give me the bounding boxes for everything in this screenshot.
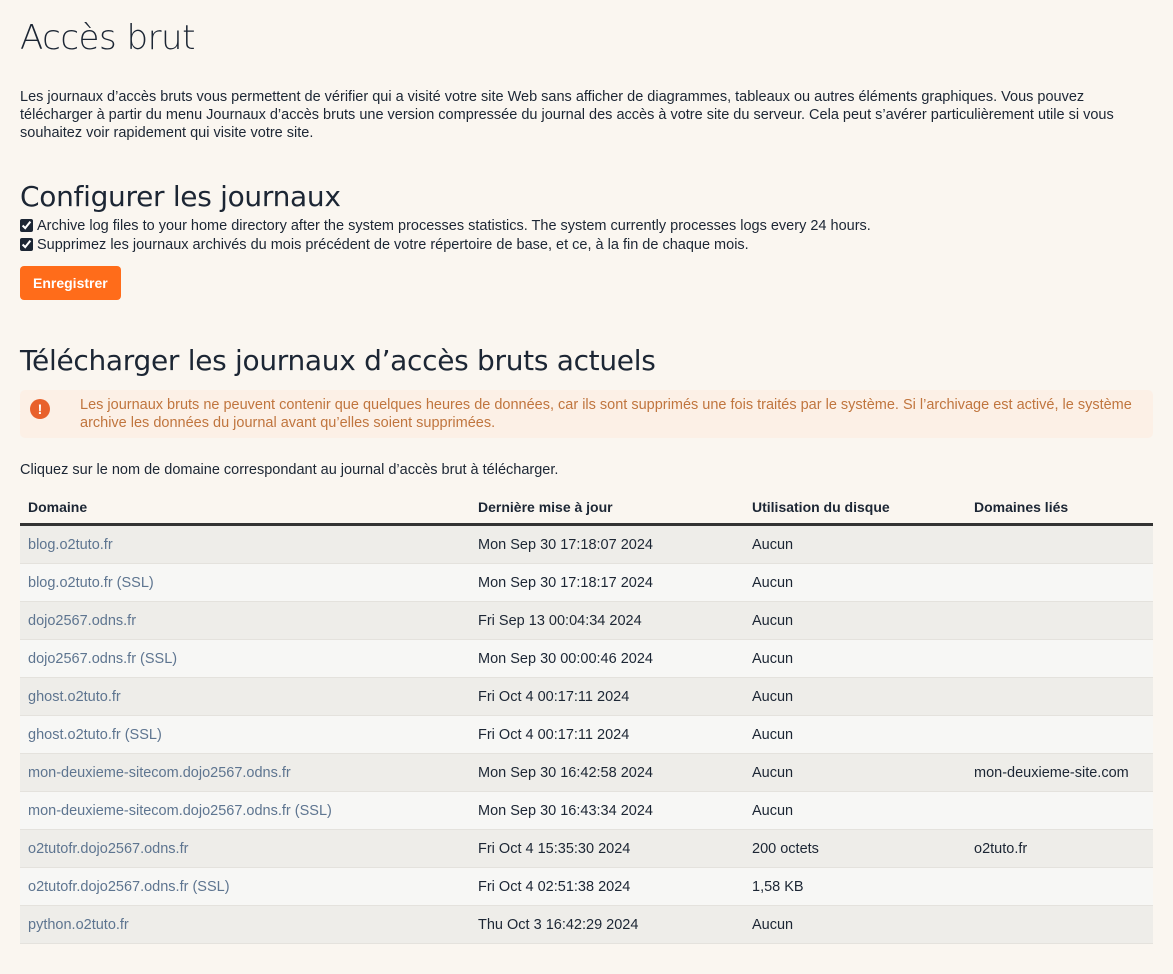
domain-link[interactable]: blog.o2tuto.fr — [28, 537, 113, 553]
archive-checkbox[interactable] — [20, 219, 33, 232]
intro-text: Les journaux d’accès bruts vous permette… — [20, 89, 1114, 141]
updated-cell: Fri Oct 4 00:17:11 2024 — [470, 677, 744, 716]
column-header: Dernière mise à jour — [470, 490, 744, 526]
updated-cell: Mon Sep 30 16:43:34 2024 — [470, 791, 744, 830]
download-heading: Télécharger les journaux d’accès bruts a… — [20, 344, 656, 377]
domain-cell: ghost.o2tuto.fr (SSL) — [20, 715, 470, 754]
linked-domains-cell — [966, 905, 1153, 944]
save-button[interactable]: Enregistrer — [20, 266, 121, 300]
updated-cell: Mon Sep 30 16:42:58 2024 — [470, 753, 744, 792]
disk-usage-cell: Aucun — [744, 791, 966, 830]
updated-cell: Fri Oct 4 02:51:38 2024 — [470, 867, 744, 906]
domain-link[interactable]: o2tutofr.dojo2567.odns.fr (SSL) — [28, 879, 230, 895]
updated-cell: Mon Sep 30 17:18:17 2024 — [470, 563, 744, 602]
domain-link[interactable]: blog.o2tuto.fr (SSL) — [28, 575, 154, 591]
linked-domains-cell — [966, 715, 1153, 754]
linked-domains-cell — [966, 563, 1153, 602]
domain-link[interactable]: mon-deuxieme-sitecom.dojo2567.odns.fr (S… — [28, 803, 332, 819]
table-row: blog.o2tuto.fr (SSL) Mon Sep 30 17:18:17 … — [20, 563, 1153, 602]
disk-usage-cell: Aucun — [744, 905, 966, 944]
updated-cell: Fri Oct 4 00:17:11 2024 — [470, 715, 744, 754]
table-row: ghost.o2tuto.fr (SSL) Fri Oct 4 00:17:11 … — [20, 715, 1153, 754]
logs-table: Domaine Dernière mise à jour Utilisation d… — [20, 490, 1153, 944]
linked-domains-cell — [966, 791, 1153, 830]
domain-link[interactable]: ghost.o2tuto.fr — [28, 689, 121, 705]
linked-domains-cell — [966, 524, 1153, 564]
disk-usage-cell: 200 octets — [744, 829, 966, 868]
alert-text: Les journaux bruts ne peuvent contenir q… — [80, 397, 1132, 431]
domain-cell: dojo2567.odns.fr — [20, 601, 470, 640]
delete-checkbox-row[interactable]: Supprimez les journaux archivés du mois … — [20, 235, 1153, 254]
disk-usage-cell: Aucun — [744, 601, 966, 640]
updated-cell: Thu Oct 3 16:42:29 2024 — [470, 905, 744, 944]
domain-link[interactable]: dojo2567.odns.fr (SSL) — [28, 651, 177, 667]
linked-domains-cell — [966, 677, 1153, 716]
exclamation-icon: ! — [30, 399, 50, 419]
archive-checkbox-row[interactable]: Archive log files to your home directory… — [20, 216, 1153, 235]
domain-link[interactable]: python.o2tuto.fr — [28, 917, 129, 933]
domain-link[interactable]: o2tutofr.dojo2567.odns.fr — [28, 841, 188, 857]
domain-cell: mon-deuxieme-sitecom.dojo2567.odns.fr — [20, 753, 470, 792]
table-row: o2tutofr.dojo2567.odns.fr Fri Oct 4 15:35… — [20, 829, 1153, 868]
table-row: blog.o2tuto.fr Mon Sep 30 17:18:07 2024 Au… — [20, 524, 1153, 564]
linked-domains-cell — [966, 867, 1153, 906]
disk-usage-cell: Aucun — [744, 563, 966, 602]
domain-cell: o2tutofr.dojo2567.odns.fr — [20, 829, 470, 868]
domain-cell: dojo2567.odns.fr (SSL) — [20, 639, 470, 678]
config-heading: Configurer les journaux — [20, 180, 341, 213]
page-title: Accès brut — [20, 18, 195, 58]
disk-usage-cell: Aucun — [744, 753, 966, 792]
delete-label: Supprimez les journaux archivés du mois … — [37, 236, 749, 253]
table-row: dojo2567.odns.fr (SSL) Mon Sep 30 00:00:4… — [20, 639, 1153, 678]
linked-domains-cell — [966, 639, 1153, 678]
domain-link[interactable]: mon-deuxieme-sitecom.dojo2567.odns.fr — [28, 765, 291, 781]
table-row: mon-deuxieme-sitecom.dojo2567.odns.fr Mon… — [20, 753, 1153, 792]
disk-usage-cell: Aucun — [744, 677, 966, 716]
disk-usage-cell: Aucun — [744, 715, 966, 754]
delete-checkbox[interactable] — [20, 238, 33, 251]
table-row: o2tutofr.dojo2567.odns.fr (SSL) Fri Oct 4… — [20, 867, 1153, 906]
domain-cell: mon-deuxieme-sitecom.dojo2567.odns.fr (S… — [20, 791, 470, 830]
table-row: mon-deuxieme-sitecom.dojo2567.odns.fr (S… — [20, 791, 1153, 830]
warning-alert: ! Les journaux bruts ne peuvent contenir … — [20, 390, 1153, 438]
updated-cell: Mon Sep 30 00:00:46 2024 — [470, 639, 744, 678]
column-header: Utilisation du disque — [744, 490, 966, 526]
column-header: Domaines liés — [966, 490, 1153, 526]
updated-cell: Mon Sep 30 17:18:07 2024 — [470, 524, 744, 564]
disk-usage-cell: Aucun — [744, 524, 966, 564]
domain-cell: python.o2tuto.fr — [20, 905, 470, 944]
updated-cell: Fri Oct 4 15:35:30 2024 — [470, 829, 744, 868]
disk-usage-cell: 1,58 KB — [744, 867, 966, 906]
archive-label: Archive log files to your home directory… — [37, 217, 871, 234]
disk-usage-cell: Aucun — [744, 639, 966, 678]
linked-domains-cell: mon-deuxieme-site.com — [966, 753, 1153, 792]
domain-link[interactable]: dojo2567.odns.fr — [28, 613, 136, 629]
linked-domains-cell: o2tuto.fr — [966, 829, 1153, 868]
hint-text: Cliquez sur le nom de domaine correspond… — [20, 462, 559, 478]
domain-cell: ghost.o2tuto.fr — [20, 677, 470, 716]
domain-cell: blog.o2tuto.fr — [20, 524, 470, 564]
domain-cell: o2tutofr.dojo2567.odns.fr (SSL) — [20, 867, 470, 906]
table-row: dojo2567.odns.fr Fri Sep 13 00:04:34 2024… — [20, 601, 1153, 640]
table-row: python.o2tuto.fr Thu Oct 3 16:42:29 2024 A… — [20, 905, 1153, 944]
updated-cell: Fri Sep 13 00:04:34 2024 — [470, 601, 744, 640]
linked-domains-cell — [966, 601, 1153, 640]
table-row: ghost.o2tuto.fr Fri Oct 4 00:17:11 2024 Au… — [20, 677, 1153, 716]
domain-link[interactable]: ghost.o2tuto.fr (SSL) — [28, 727, 162, 743]
domain-cell: blog.o2tuto.fr (SSL) — [20, 563, 470, 602]
column-header: Domaine — [20, 490, 470, 526]
